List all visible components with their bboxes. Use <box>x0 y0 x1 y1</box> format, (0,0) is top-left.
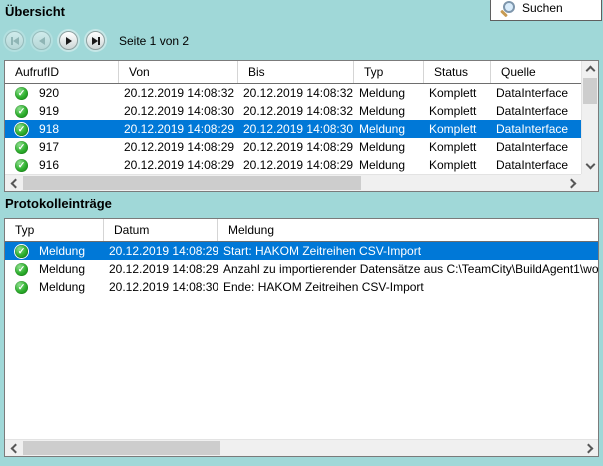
horizontal-scrollbar[interactable] <box>5 439 598 456</box>
cell-bis: 20.12.2019 14:08:32 <box>238 84 354 102</box>
log-table-header: Typ Datum Meldung <box>5 219 598 242</box>
column-header-aufrufid[interactable]: AufrufID <box>5 61 119 83</box>
horizontal-scrollbar[interactable] <box>5 174 581 191</box>
column-header-status[interactable]: Status <box>424 61 491 83</box>
cell-typ: Meldung <box>39 260 85 278</box>
cell-typ: Meldung <box>354 138 424 156</box>
page-title: Übersicht <box>5 4 65 19</box>
cell-quelle: DataInterface <box>491 84 581 102</box>
cell-von: 20.12.2019 14:08:32 <box>119 84 238 102</box>
table-row-selected[interactable]: ✓ 918 20.12.2019 14:08:29 20.12.2019 14:0… <box>5 120 598 138</box>
cell-typ: Meldung <box>39 278 85 296</box>
search-button[interactable]: Suchen <box>490 0 602 21</box>
first-page-button[interactable] <box>5 31 24 50</box>
green-check-circle-icon: ✓ <box>15 245 28 258</box>
cell-von: 20.12.2019 14:08:30 <box>119 102 238 120</box>
vertical-scrollbar[interactable] <box>581 61 598 174</box>
cell-status: Komplett <box>424 138 491 156</box>
cell-quelle: DataInterface <box>491 120 581 138</box>
scrollbar-thumb[interactable] <box>23 441 220 455</box>
cell-datum: 20.12.2019 14:08:29 <box>104 242 218 260</box>
column-header-typ[interactable]: Typ <box>5 219 104 241</box>
column-header-typ[interactable]: Typ <box>354 61 424 83</box>
page-indicator: Seite 1 von 2 <box>119 34 189 48</box>
cell-quelle: DataInterface <box>491 156 581 174</box>
scroll-down-icon[interactable] <box>582 158 599 174</box>
calls-table-header: AufrufID Von Bis Typ Status Quelle <box>5 61 598 84</box>
green-check-circle-icon: ✓ <box>15 105 28 118</box>
pagination-bar: Seite 1 von 2 <box>5 31 189 50</box>
next-page-button[interactable] <box>59 31 78 50</box>
scrollbar-thumb[interactable] <box>23 176 361 190</box>
green-check-circle-icon: ✓ <box>15 123 28 136</box>
cell-datum: 20.12.2019 14:08:29 <box>104 260 218 278</box>
log-table: Typ Datum Meldung ✓ Meldung 20.12.2019 14… <box>4 218 599 457</box>
cell-bis: 20.12.2019 14:08:32 <box>238 102 354 120</box>
scroll-left-icon[interactable] <box>5 440 22 457</box>
green-check-circle-icon: ✓ <box>15 87 28 100</box>
table-row[interactable]: ✓ 917 20.12.2019 14:08:29 20.12.2019 14:0… <box>5 138 598 156</box>
previous-page-button[interactable] <box>32 31 51 50</box>
cell-aufrufid: 918 <box>39 120 59 138</box>
cell-meldung: Start: HAKOM Zeitreihen CSV-Import <box>218 242 598 260</box>
cell-bis: 20.12.2019 14:08:29 <box>238 138 354 156</box>
scroll-right-icon[interactable] <box>564 175 581 192</box>
cell-meldung: Anzahl zu importierender Datensätze aus … <box>218 260 598 278</box>
scroll-up-icon[interactable] <box>582 61 599 77</box>
last-page-button[interactable] <box>86 31 105 50</box>
cell-von: 20.12.2019 14:08:29 <box>119 156 238 174</box>
cell-bis: 20.12.2019 14:08:30 <box>238 120 354 138</box>
table-row[interactable]: ✓ 916 20.12.2019 14:08:29 20.12.2019 14:0… <box>5 156 598 174</box>
search-button-label: Suchen <box>522 1 563 15</box>
scroll-right-icon[interactable] <box>581 440 598 457</box>
cell-aufrufid: 917 <box>39 138 59 156</box>
green-check-circle-icon: ✓ <box>15 159 28 172</box>
cell-status: Komplett <box>424 120 491 138</box>
cell-quelle: DataInterface <box>491 138 581 156</box>
green-check-circle-icon: ✓ <box>15 263 28 276</box>
cell-aufrufid: 916 <box>39 156 59 174</box>
cell-status: Komplett <box>424 84 491 102</box>
cell-typ: Meldung <box>354 102 424 120</box>
column-header-meldung[interactable]: Meldung <box>218 219 598 241</box>
table-row-selected[interactable]: ✓ Meldung 20.12.2019 14:08:29 Start: HAKO… <box>5 242 598 260</box>
magnifier-icon <box>500 1 515 15</box>
column-header-von[interactable]: Von <box>119 61 238 83</box>
cell-datum: 20.12.2019 14:08:30 <box>104 278 218 296</box>
cell-aufrufid: 920 <box>39 84 59 102</box>
table-row[interactable]: ✓ 920 20.12.2019 14:08:32 20.12.2019 14:0… <box>5 84 598 102</box>
cell-aufrufid: 919 <box>39 102 59 120</box>
cell-bis: 20.12.2019 14:08:29 <box>238 156 354 174</box>
cell-von: 20.12.2019 14:08:29 <box>119 138 238 156</box>
cell-typ: Meldung <box>354 84 424 102</box>
scrollbar-thumb[interactable] <box>583 78 597 104</box>
column-header-quelle[interactable]: Quelle <box>491 61 581 83</box>
table-row[interactable]: ✓ Meldung 20.12.2019 14:08:30 Ende: HAKOM… <box>5 278 598 296</box>
green-check-circle-icon: ✓ <box>15 141 28 154</box>
scroll-left-icon[interactable] <box>5 175 22 192</box>
cell-von: 20.12.2019 14:08:29 <box>119 120 238 138</box>
cell-typ: Meldung <box>354 120 424 138</box>
section-title-protokolleintraege: Protokolleinträge <box>5 196 112 211</box>
calls-table: AufrufID Von Bis Typ Status Quelle ✓ 920 … <box>4 60 599 192</box>
cell-quelle: DataInterface <box>491 102 581 120</box>
cell-status: Komplett <box>424 102 491 120</box>
table-row[interactable]: ✓ 919 20.12.2019 14:08:30 20.12.2019 14:0… <box>5 102 598 120</box>
cell-status: Komplett <box>424 156 491 174</box>
cell-typ: Meldung <box>39 242 85 260</box>
column-header-bis[interactable]: Bis <box>238 61 354 83</box>
scrollbar-corner <box>581 174 598 191</box>
cell-typ: Meldung <box>354 156 424 174</box>
table-row[interactable]: ✓ Meldung 20.12.2019 14:08:29 Anzahl zu i… <box>5 260 598 278</box>
green-check-circle-icon: ✓ <box>15 281 28 294</box>
column-header-datum[interactable]: Datum <box>104 219 218 241</box>
cell-meldung: Ende: HAKOM Zeitreihen CSV-Import <box>218 278 598 296</box>
